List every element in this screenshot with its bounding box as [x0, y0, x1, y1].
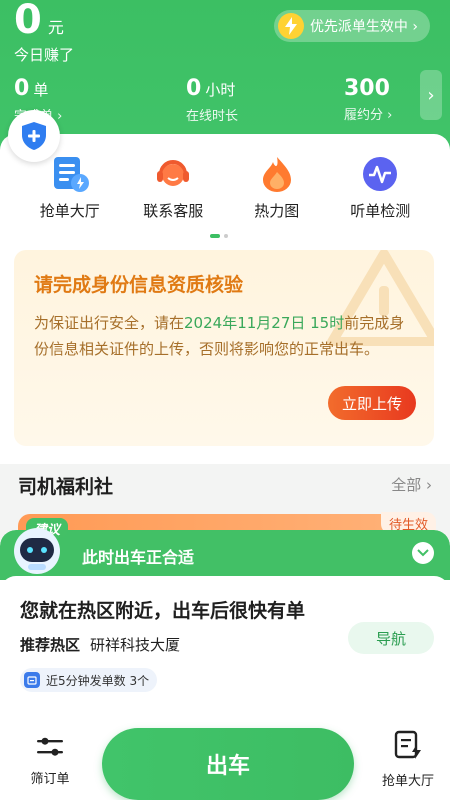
- quick-action-listen-check[interactable]: 听单检测: [335, 154, 425, 221]
- stat-value: 300: [344, 76, 390, 101]
- calendar-icon: [24, 672, 40, 688]
- priority-dispatch-label: 优先派单生效中 ›: [309, 19, 418, 35]
- stat-unit: 小时: [205, 81, 236, 99]
- stat-value: 0: [186, 76, 202, 101]
- sheet-header-text: 此时出车正合适: [82, 548, 195, 567]
- stat-unit: 单: [33, 81, 49, 99]
- earnings-unit: 元: [47, 18, 64, 37]
- safety-shield-button[interactable]: [8, 110, 60, 162]
- quick-action-customer-service[interactable]: 联系客服: [128, 154, 218, 221]
- welfare-title: 司机福利社: [18, 476, 114, 498]
- recent-orders-text: 近5分钟发单数 3个: [46, 673, 150, 688]
- sheet-header[interactable]: 此时出车正合适: [0, 530, 450, 580]
- earnings-amount: 0 元: [14, 0, 64, 40]
- hot-zone-title: 您就在热区附近，出车后很快有单: [20, 600, 306, 622]
- earnings-value: 0: [14, 0, 42, 43]
- notice-body-prefix: 为保证出行安全，请在: [34, 314, 185, 332]
- listen-check-icon: [363, 157, 398, 191]
- stat-online-hours: 0 小时 在线时长: [186, 76, 238, 124]
- order-hall-label: 抢单大厅: [381, 774, 434, 789]
- notice-deadline: 2024年11月27日 15时: [184, 314, 345, 332]
- main-card: 抢单大厅 联系客服 热力图 听单检测 请完成身份信息资质核验 为保证出行安全，请…: [0, 134, 450, 464]
- stats-row: 0单 完成单 › 0小时 在线时长 300 履约分 ›: [0, 76, 420, 126]
- quick-action-heatmap[interactable]: 热力图: [232, 154, 322, 221]
- chevron-down-icon[interactable]: [412, 542, 434, 564]
- stats-more-arrow[interactable]: ›: [420, 70, 442, 120]
- filter-orders-button[interactable]: 筛订单: [22, 736, 78, 787]
- recent-orders-chip: 近5分钟发单数 3个: [20, 668, 158, 692]
- stat-label: 在线时长: [186, 109, 239, 124]
- order-hall-icon: [53, 157, 89, 192]
- quick-action-order-hall[interactable]: 抢单大厅: [25, 154, 115, 221]
- order-hall-bolt-icon: [394, 730, 421, 759]
- priority-dispatch-badge[interactable]: 优先派单生效中 ›: [273, 10, 430, 42]
- customer-service-icon: [157, 160, 190, 186]
- recommended-zone: 推荐热区 研祥科技大厦: [20, 634, 180, 655]
- upload-now-button[interactable]: 立即上传: [328, 386, 416, 420]
- quick-action-label: 抢单大厅: [39, 202, 100, 220]
- quick-action-label: 听单检测: [350, 202, 411, 220]
- order-hall-tab[interactable]: 抢单大厅: [378, 730, 438, 789]
- indicator-active: [210, 234, 220, 238]
- stat-performance-score[interactable]: 300 履约分 ›: [344, 76, 392, 123]
- quick-action-label: 联系客服: [143, 202, 204, 220]
- quick-actions: 抢单大厅 联系客服 热力图 听单检测: [0, 154, 450, 221]
- recommended-zone-value: 研祥科技大厦: [90, 636, 181, 654]
- navigate-button[interactable]: 导航: [348, 622, 434, 654]
- stat-value: 0: [14, 76, 30, 101]
- robot-assistant-icon: [14, 528, 60, 574]
- recommended-zone-key: 推荐热区: [20, 636, 81, 654]
- filter-orders-label: 筛订单: [30, 772, 70, 787]
- carousel-indicator: [210, 234, 228, 238]
- shield-plus-icon: [22, 122, 46, 150]
- stat-label: 履约分 ›: [344, 108, 393, 123]
- notice-body: 为保证出行安全，请在2024年11月27日 15时前完成身份信息相关证件的上传，…: [34, 310, 418, 362]
- filter-sliders-icon: [37, 737, 63, 756]
- lightning-icon: [277, 13, 304, 39]
- quick-action-label: 热力图: [254, 202, 300, 220]
- welfare-all-link[interactable]: 全部 ›: [391, 474, 432, 495]
- verification-notice: 请完成身份信息资质核验 为保证出行安全，请在2024年11月27日 15时前完成…: [14, 250, 434, 446]
- go-online-button[interactable]: 出车: [102, 728, 354, 800]
- bottom-bar: 筛订单 出车 抢单大厅: [0, 720, 450, 800]
- notice-title: 请完成身份信息资质核验: [34, 274, 244, 296]
- indicator-inactive: [224, 234, 228, 238]
- earnings-label: 今日赚了: [14, 46, 75, 64]
- heatmap-icon: [262, 157, 291, 192]
